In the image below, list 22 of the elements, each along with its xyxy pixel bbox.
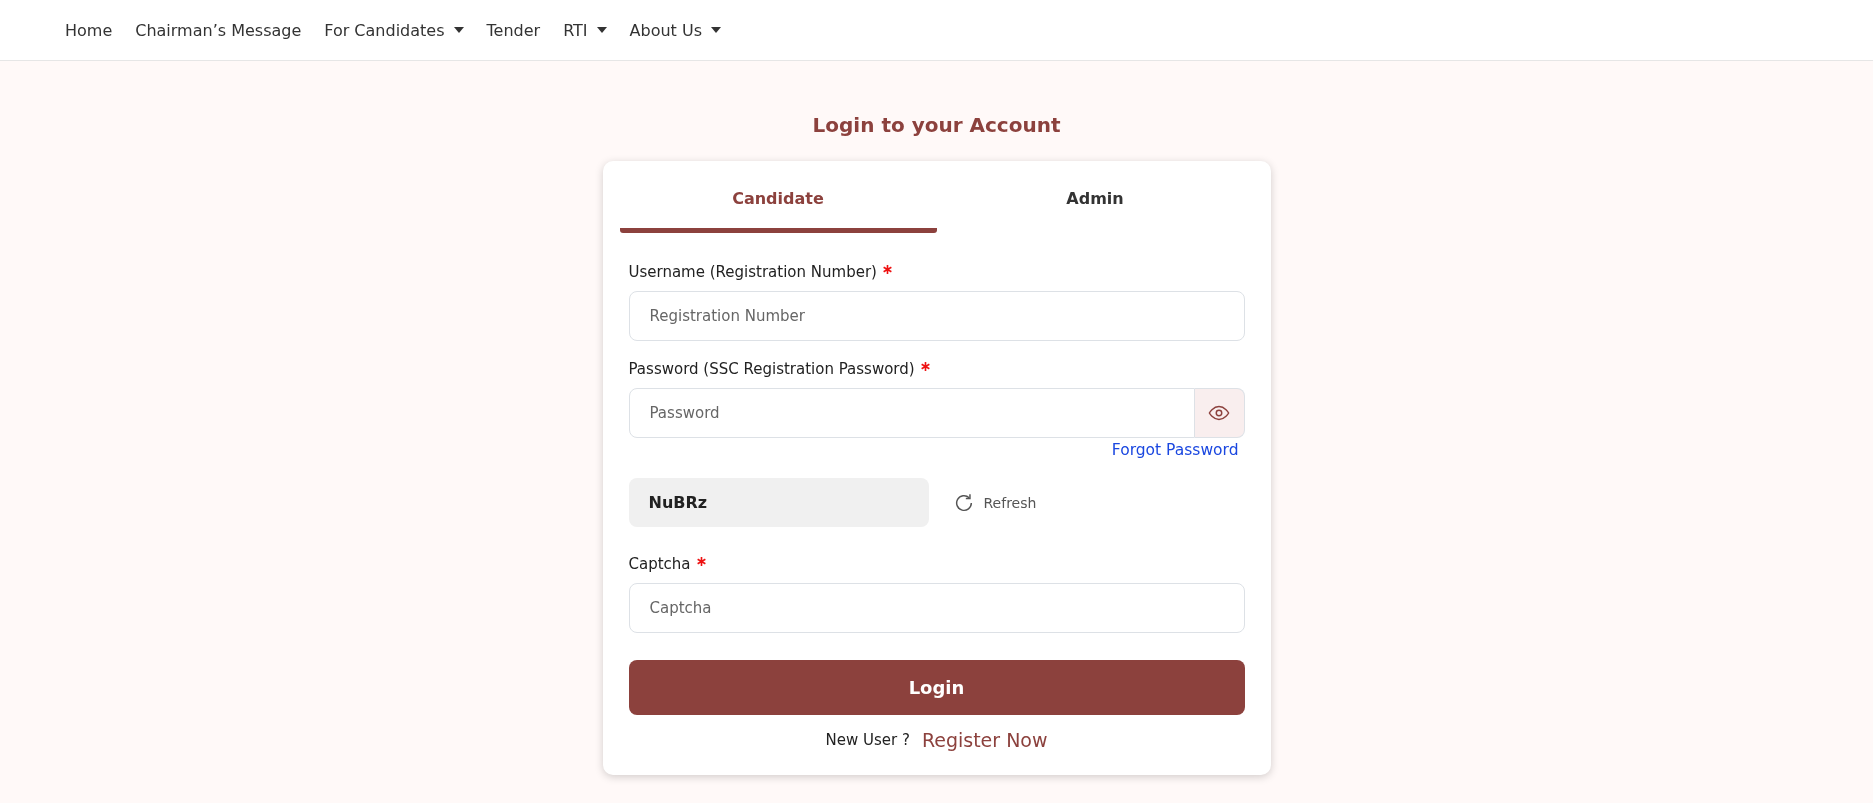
captcha-code: NuBRz	[628, 478, 929, 527]
nav-link[interactable]: About Us	[629, 20, 721, 40]
page-title: Login to your Account	[812, 113, 1061, 137]
field-label: Password (SSC Registration Password)	[628, 360, 915, 378]
login-button[interactable]: Login	[628, 660, 1245, 715]
field-label: Captcha	[628, 555, 691, 573]
show-password-button[interactable]	[1194, 388, 1245, 438]
field-label: Username (Registration Number)	[628, 263, 877, 281]
nav-link[interactable]: Home	[65, 20, 113, 40]
input-field[interactable]: Registration Number	[628, 291, 1245, 341]
password-field[interactable]: Password	[628, 388, 1195, 438]
refresh-button[interactable]: Refresh	[946, 490, 1043, 515]
nav-link[interactable]: For Candidates	[324, 20, 464, 40]
login-tab[interactable]: Candidate	[619, 171, 937, 233]
new-user-text: New User ?	[825, 731, 910, 749]
nav-link[interactable]: RTI	[563, 20, 607, 40]
nav-link[interactable]: Tender	[486, 20, 541, 40]
nav-link[interactable]: Chairman’s Message	[135, 20, 302, 40]
login-tab[interactable]: Admin	[936, 171, 1254, 233]
register-link[interactable]: Register Now	[921, 729, 1048, 751]
forgot-password-link[interactable]: Forgot Password	[1111, 441, 1239, 459]
input-field[interactable]: Captcha	[628, 583, 1245, 633]
